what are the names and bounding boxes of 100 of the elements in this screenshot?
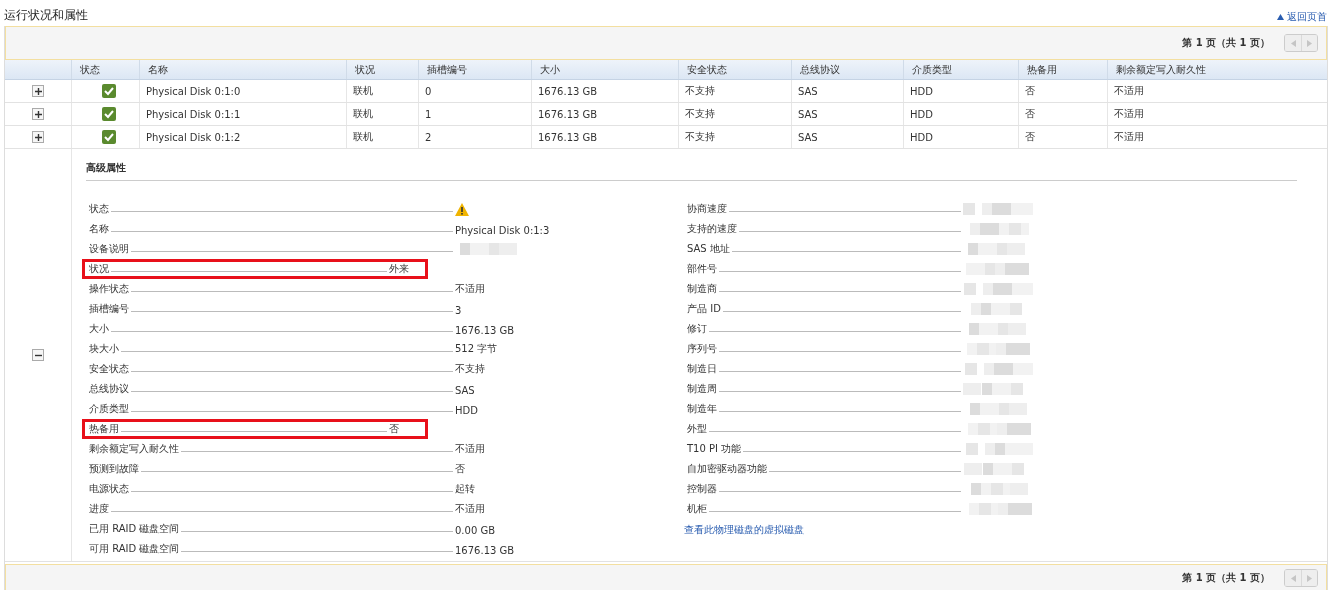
property-label: 电源状态 — [89, 482, 129, 496]
property-label: 设备说明 — [89, 242, 129, 256]
property-label: 热备用 — [89, 422, 119, 436]
table-cell: SAS — [798, 131, 818, 143]
property-value: 1676.13 GB — [455, 545, 515, 556]
left-arrow-icon — [1290, 574, 1296, 582]
column-header: 介质类型 — [912, 62, 952, 77]
property-label: SAS 地址 — [687, 242, 730, 256]
table-cell: 联机 — [353, 84, 373, 98]
table-cell: 不适用 — [1114, 107, 1144, 121]
expand-button[interactable] — [32, 85, 44, 97]
table-cell: HDD — [910, 85, 933, 97]
plus-icon — [34, 133, 42, 141]
left-arrow-icon — [1290, 39, 1296, 47]
property-label: 自加密驱动器功能 — [687, 462, 767, 476]
column-header: 状态 — [80, 62, 100, 77]
virtual-disks-link[interactable]: 查看此物理磁盘的虚拟磁盘 — [684, 523, 1244, 537]
property-label: 安全状态 — [89, 362, 129, 376]
table-cell: 1676.13 GB — [538, 131, 598, 143]
property-value: 0.00 GB — [455, 525, 496, 536]
property-label: 协商速度 — [687, 202, 727, 216]
property-label: 名称 — [89, 222, 109, 236]
property-value: 1676.13 GB — [455, 325, 515, 336]
column-header: 安全状态 — [687, 62, 727, 77]
property-label: 控制器 — [687, 482, 717, 496]
table-cell: 1 — [425, 108, 432, 120]
property-label: 状态 — [89, 202, 109, 216]
property-value: 起转 — [455, 482, 475, 496]
property-label: 大小 — [89, 322, 109, 336]
right-arrow-icon — [1307, 574, 1312, 582]
table-cell: 否 — [1025, 130, 1035, 144]
details-heading: 高级属性 — [86, 161, 1297, 181]
property-value: 否 — [389, 422, 399, 436]
property-label: 操作状态 — [89, 282, 129, 296]
property-label: 制造商 — [687, 282, 717, 296]
table-cell: 不适用 — [1114, 84, 1144, 98]
column-header: 状况 — [355, 62, 375, 77]
property-label: 剩余额定写入耐久性 — [89, 442, 179, 456]
table-cell: Physical Disk 0:1:0 — [146, 85, 241, 97]
right-arrow-icon — [1307, 39, 1312, 47]
property-label: 插槽编号 — [89, 302, 129, 316]
property-label: 制造周 — [687, 382, 717, 396]
table-cell: 不支持 — [685, 107, 715, 121]
table-cell: 0 — [425, 85, 432, 97]
property-label: 总线协议 — [89, 382, 129, 396]
column-header: 剩余额定写入耐久性 — [1116, 62, 1206, 77]
table-cell: Physical Disk 0:1:2 — [146, 131, 241, 143]
table-cell: HDD — [910, 108, 933, 120]
page-indicator: 第 1 页（共 1 页） — [1182, 36, 1270, 50]
page-indicator: 第 1 页（共 1 页） — [1182, 571, 1270, 585]
column-header: 大小 — [540, 62, 560, 77]
plus-icon — [34, 87, 42, 95]
table-cell: SAS — [798, 85, 818, 97]
expand-button[interactable] — [32, 131, 44, 143]
table-cell: 不支持 — [685, 130, 715, 144]
table-cell: 1676.13 GB — [538, 108, 598, 120]
back-to-top-link[interactable]: 返回页首 — [1277, 10, 1327, 24]
table-cell: 2 — [425, 131, 432, 143]
property-label: 已用 RAID 磁盘空间 — [89, 522, 180, 536]
property-label: 块大小 — [89, 342, 119, 356]
property-value: Physical Disk 0:1:3 — [455, 225, 550, 236]
property-label: 部件号 — [687, 262, 717, 276]
column-header: 名称 — [148, 62, 168, 77]
property-value: 3 — [455, 305, 462, 316]
property-label: 制造年 — [687, 402, 717, 416]
property-label: 机柜 — [687, 502, 707, 516]
redacted-block — [963, 282, 1033, 296]
property-label: 进度 — [89, 502, 109, 516]
redacted-block — [963, 362, 1033, 376]
section-title: 运行状况和属性 — [4, 7, 88, 24]
property-value: 不适用 — [455, 282, 485, 296]
property-value: HDD — [455, 405, 478, 416]
table-cell: 否 — [1025, 84, 1035, 98]
property-label: 外型 — [687, 422, 707, 436]
redacted-block — [963, 442, 1033, 456]
collapse-button[interactable] — [32, 349, 44, 361]
property-label: 制造日 — [687, 362, 717, 376]
property-label: T10 PI 功能 — [687, 442, 742, 456]
property-value: 不适用 — [455, 442, 485, 456]
table-cell: 联机 — [353, 130, 373, 144]
property-label: 产品 ID — [687, 302, 721, 316]
property-value: 否 — [455, 462, 465, 476]
table-cell: 联机 — [353, 107, 373, 121]
property-value: 512 字节 — [455, 342, 498, 356]
property-label: 介质类型 — [89, 402, 129, 416]
table-cell: HDD — [910, 131, 933, 143]
property-label: 可用 RAID 磁盘空间 — [89, 542, 180, 556]
table-cell: 1676.13 GB — [538, 85, 598, 97]
property-value: SAS — [455, 385, 475, 396]
property-label: 状况 — [89, 262, 109, 276]
redacted-block — [963, 202, 1033, 216]
property-label: 序列号 — [687, 342, 717, 356]
plus-icon — [34, 110, 42, 118]
table-cell: 不支持 — [685, 84, 715, 98]
table-cell: Physical Disk 0:1:1 — [146, 108, 241, 120]
property-value: 不适用 — [455, 502, 485, 516]
up-triangle-icon — [1277, 14, 1284, 20]
expand-button[interactable] — [32, 108, 44, 120]
property-value: 不支持 — [455, 362, 485, 376]
table-cell: 否 — [1025, 107, 1035, 121]
